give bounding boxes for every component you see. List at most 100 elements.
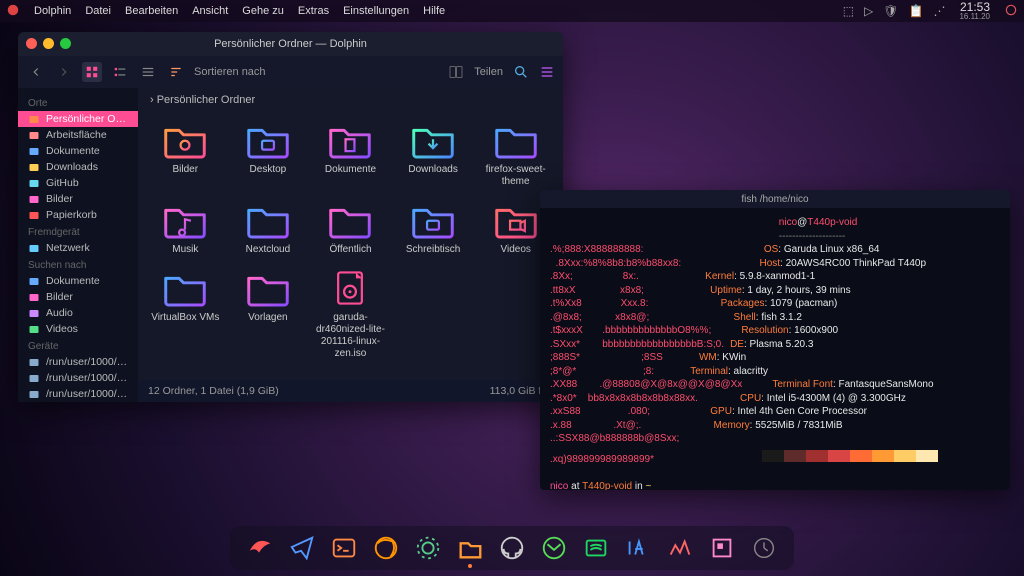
- folder-videos-icon: [492, 200, 540, 240]
- view-details-button[interactable]: [138, 62, 158, 82]
- terminal-title: fish /home/nico: [540, 190, 1010, 208]
- places-sidebar: OrtePersönlicher OrdnerArbeitsflächeDoku…: [18, 88, 138, 402]
- sidebar-item-github[interactable]: GitHub: [18, 175, 138, 191]
- file-item-label: Videos: [500, 244, 530, 256]
- file-item[interactable]: Bilder: [146, 116, 225, 192]
- menu-ansicht[interactable]: Ansicht: [192, 5, 228, 17]
- folder-icon: [326, 200, 374, 240]
- sidebar-item-audio[interactable]: Audio: [18, 305, 138, 321]
- file-item-label: garuda-dr460nized-lite-201116-linux-zen.…: [313, 312, 388, 360]
- dolphin-window: Persönlicher Ordner — Dolphin Sortieren …: [18, 32, 563, 402]
- sidebar-item--run-user-1000-nico-fr[interactable]: /run/user/1000/nico-fr: [18, 370, 138, 386]
- hamburger-menu-button[interactable]: [539, 64, 555, 80]
- file-item[interactable]: firefox-sweet-theme: [476, 116, 555, 192]
- view-icons-button[interactable]: [82, 62, 102, 82]
- sidebar-item-dokumente[interactable]: Dokumente: [18, 143, 138, 159]
- sidebar-item-bilder[interactable]: Bilder: [18, 289, 138, 305]
- search-button[interactable]: [513, 64, 529, 80]
- file-item[interactable]: garuda-dr460nized-lite-201116-linux-zen.…: [311, 264, 390, 364]
- view-compact-button[interactable]: [110, 62, 130, 82]
- split-button[interactable]: [448, 64, 464, 80]
- folder-icon: [161, 268, 209, 308]
- toolbar: Sortieren nach Teilen: [18, 56, 563, 88]
- documents-icon: [28, 145, 40, 157]
- lock-icon[interactable]: ▷: [864, 4, 873, 18]
- github-icon[interactable]: [496, 532, 528, 564]
- file-item[interactable]: Musik: [146, 196, 225, 260]
- file-item[interactable]: Downloads: [394, 116, 473, 192]
- wifi-icon[interactable]: 📋: [909, 4, 924, 18]
- discover-icon[interactable]: [706, 532, 738, 564]
- file-item[interactable]: VirtualBox VMs: [146, 264, 225, 364]
- menu-bearbeiten[interactable]: Bearbeiten: [125, 5, 178, 17]
- app-name[interactable]: Dolphin: [34, 5, 71, 17]
- sidebar-item-netzwerk[interactable]: Netzwerk: [18, 240, 138, 256]
- sidebar-item--run-user-1000-nico-ct[interactable]: /run/user/1000/nico-ct: [18, 386, 138, 402]
- window-close-button[interactable]: [26, 38, 37, 49]
- nav-forward-button[interactable]: [54, 62, 74, 82]
- file-item[interactable]: Dokumente: [311, 116, 390, 192]
- files-icon[interactable]: [454, 532, 486, 564]
- firefox-icon[interactable]: [370, 532, 402, 564]
- garuda-icon[interactable]: [244, 532, 276, 564]
- sidebar-item-papierkorb[interactable]: Papierkorb: [18, 207, 138, 223]
- sidebar-item-arbeitsfl-che[interactable]: Arbeitsfläche: [18, 127, 138, 143]
- sidebar-item-bilder[interactable]: Bilder: [18, 191, 138, 207]
- sort-icon[interactable]: [166, 62, 186, 82]
- sidebar-item-videos[interactable]: Videos: [18, 321, 138, 337]
- file-item-label: firefox-sweet-theme: [478, 164, 553, 188]
- folder-desktop-icon: [244, 120, 292, 160]
- konsole-icon[interactable]: [328, 532, 360, 564]
- spotify-icon[interactable]: [580, 532, 612, 564]
- vscode-icon[interactable]: [622, 532, 654, 564]
- tray-icon[interactable]: ⋰: [933, 4, 945, 18]
- folder-downloads-icon: [409, 120, 457, 160]
- window-minimize-button[interactable]: [43, 38, 54, 49]
- file-item-label: Vorlagen: [248, 312, 287, 324]
- clock-icon[interactable]: [748, 532, 780, 564]
- images-icon: [28, 291, 40, 303]
- file-item[interactable]: Öffentlich: [311, 196, 390, 260]
- telegram-icon[interactable]: [286, 532, 318, 564]
- sidebar-item-downloads[interactable]: Downloads: [18, 159, 138, 175]
- sidebar-item-label: Papierkorb: [46, 209, 97, 221]
- clock[interactable]: 21:53 16.11.20: [959, 1, 990, 21]
- terminal-output[interactable]: nico@T440p-void -------------------- .%;…: [540, 208, 1010, 490]
- menu-datei[interactable]: Datei: [85, 5, 111, 17]
- breadcrumb[interactable]: › Persönlicher Ordner: [138, 88, 563, 112]
- sidebar-header: Fremdgerät: [18, 223, 138, 240]
- menu-hilfe[interactable]: Hilfe: [423, 5, 445, 17]
- email-icon[interactable]: [538, 532, 570, 564]
- share-button[interactable]: Teilen: [474, 66, 503, 78]
- home-icon: [28, 113, 40, 125]
- titlebar[interactable]: Persönlicher Ordner — Dolphin: [18, 32, 563, 56]
- menu-extras[interactable]: Extras: [298, 5, 329, 17]
- file-grid: Bilder Desktop Dokumente Downloads firef…: [138, 112, 563, 380]
- file-item[interactable]: Schreibtisch: [394, 196, 473, 260]
- sidebar-item-label: /run/user/1000/nico-fr: [46, 372, 128, 384]
- sidebar-header: Suchen nach: [18, 256, 138, 273]
- sidebar-item-pers-nlicher-ordner[interactable]: Persönlicher Ordner: [18, 111, 138, 127]
- power-icon[interactable]: [1004, 3, 1018, 20]
- sidebar-item-label: Netzwerk: [46, 242, 90, 254]
- file-item[interactable]: Vorlagen: [229, 264, 308, 364]
- file-item-label: Dokumente: [325, 164, 376, 176]
- sidebar-item-label: Persönlicher Ordner: [46, 113, 128, 125]
- sidebar-item-label: GitHub: [46, 177, 79, 189]
- clipboard-icon[interactable]: 🛡: [883, 4, 898, 18]
- monitor-icon[interactable]: [664, 532, 696, 564]
- nav-back-button[interactable]: [26, 62, 46, 82]
- file-item[interactable]: Nextcloud: [229, 196, 308, 260]
- menu-gehe zu[interactable]: Gehe zu: [242, 5, 284, 17]
- sidebar-item-dokumente[interactable]: Dokumente: [18, 273, 138, 289]
- window-maximize-button[interactable]: [60, 38, 71, 49]
- menu-einstellungen[interactable]: Einstellungen: [343, 5, 409, 17]
- sort-button[interactable]: Sortieren nach: [194, 66, 266, 78]
- sidebar-item--run-user-1000-nico-fr[interactable]: /run/user/1000/nico-fr: [18, 354, 138, 370]
- window-title: Persönlicher Ordner — Dolphin: [214, 38, 367, 50]
- settings-icon[interactable]: [412, 532, 444, 564]
- github-icon: [28, 177, 40, 189]
- file-item[interactable]: Desktop: [229, 116, 308, 192]
- audio-icon: [28, 307, 40, 319]
- media-play-icon[interactable]: ⬚: [843, 4, 854, 18]
